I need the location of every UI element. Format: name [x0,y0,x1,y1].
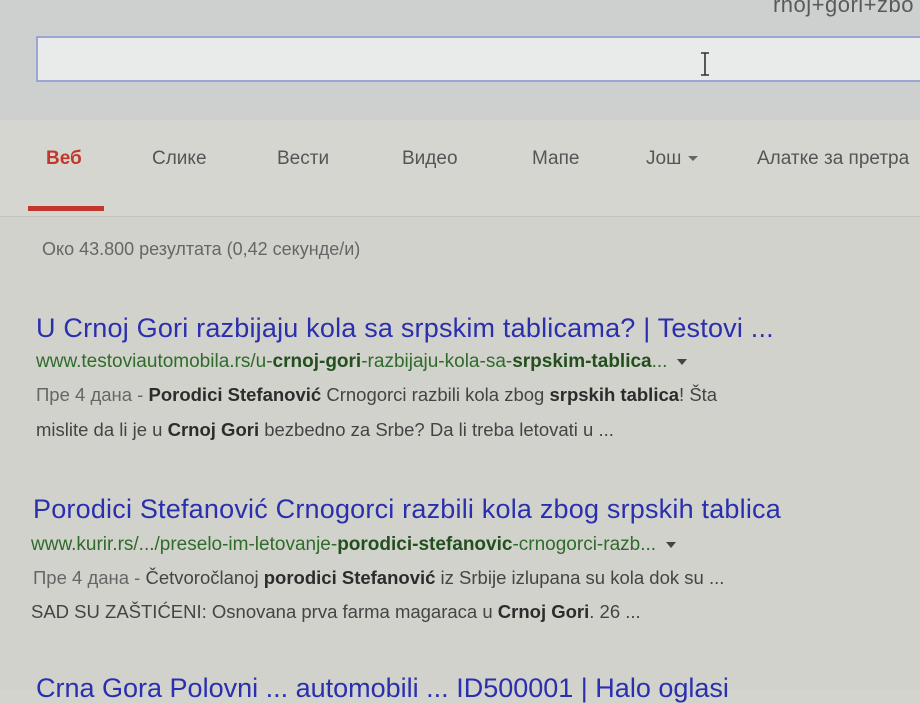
tab-web[interactable]: Веб [46,148,82,170]
result-snippet-line: mislite da li je u Crnoj Gori bezbedno z… [36,419,614,441]
tab-maps[interactable]: Мапе [532,148,579,170]
result-snippet-line: SAD SU ZAŠTIĆENI: Osnovana prva farma ma… [31,601,641,623]
active-tab-indicator [28,206,104,211]
text-run: www.testoviautomobila.rs/u- [36,351,273,372]
text-run: iz Srbije izlupana su kola dok su ... [435,567,725,588]
results-area: Око 43.800 резултата (0,42 секунде/и) U … [0,217,920,703]
tab-more-label: Још [646,148,682,169]
text-run: SAD SU ZAŠTIĆENI: Osnovana prva farma ma… [31,601,498,622]
dropdown-arrow-icon[interactable] [666,541,677,548]
text-run: -crnogorci-razb... [512,534,657,555]
result-date: Пре 4 дана - [36,384,149,405]
highlighted-term: porodici-stefanovic [337,534,513,555]
result-title-link[interactable]: U Crnoj Gori razbijaju kola sa srpskim t… [36,313,774,344]
browser-top-area: rnoj+gori+zbo [0,0,920,120]
text-cursor-icon [701,52,709,76]
text-run: -razbijaju-kola-sa- [361,351,513,372]
text-run: ! Šta [679,384,718,405]
tab-news[interactable]: Вести [277,148,329,170]
highlighted-term: crnoj-gori [272,351,362,372]
text-run: www.kurir.rs/.../preselo-im-letovanje- [31,534,338,555]
result-snippet-line: Пре 4 дана - Četvoročlanoj porodici Stef… [33,567,724,589]
tab-more[interactable]: Још [646,148,699,170]
result-title-link[interactable]: Porodici Stefanović Crnogorci razbili ko… [33,494,781,525]
text-run: bezbedno za Srbe? Da li treba letovati u… [259,419,614,440]
result-title-link-partial[interactable]: Crna Gora Polovni ... automobili ... ID5… [36,673,729,704]
highlighted-term: Crnoj Gori [497,601,590,622]
chevron-down-icon [688,156,699,162]
search-input[interactable] [36,36,920,82]
text-run: . 26 ... [589,601,641,622]
tab-search-tools[interactable]: Алатке за претра [757,148,909,170]
text-run: Crnogorci razbili kola zbog [321,384,550,405]
dropdown-arrow-icon[interactable] [677,358,688,365]
search-tabs-bar: Веб Слике Вести Видео Мапе Још Алатке за… [0,120,920,217]
result-url-text: www.kurir.rs/.../preselo-im-letovanje-po… [31,534,656,555]
result-url[interactable]: www.testoviautomobila.rs/u-crnoj-gori-ra… [36,351,688,373]
result-url[interactable]: www.kurir.rs/.../preselo-im-letovanje-po… [31,534,677,556]
result-date: Пре 4 дана - [33,567,146,588]
highlighted-term: srpskih tablica [549,384,680,405]
address-bar-query-fragment: rnoj+gori+zbo [772,0,914,17]
tab-videos[interactable]: Видео [402,148,458,170]
highlighted-term: Porodici Stefanović [148,384,322,405]
text-run: Četvoročlanoj [145,567,264,588]
highlighted-term: Crnoj Gori [167,419,260,440]
result-stats: Око 43.800 резултата (0,42 секунде/и) [42,239,361,259]
text-run: ... [651,351,668,372]
result-url-text: www.testoviautomobila.rs/u-crnoj-gori-ra… [36,351,667,372]
result-snippet-line: Пре 4 дана - Porodici Stefanović Crnogor… [36,384,717,406]
tab-images[interactable]: Слике [152,148,207,170]
highlighted-term: srpskim-tablica [512,351,652,372]
highlighted-term: porodici Stefanović [263,567,436,588]
text-run: mislite da li je u [36,419,168,440]
